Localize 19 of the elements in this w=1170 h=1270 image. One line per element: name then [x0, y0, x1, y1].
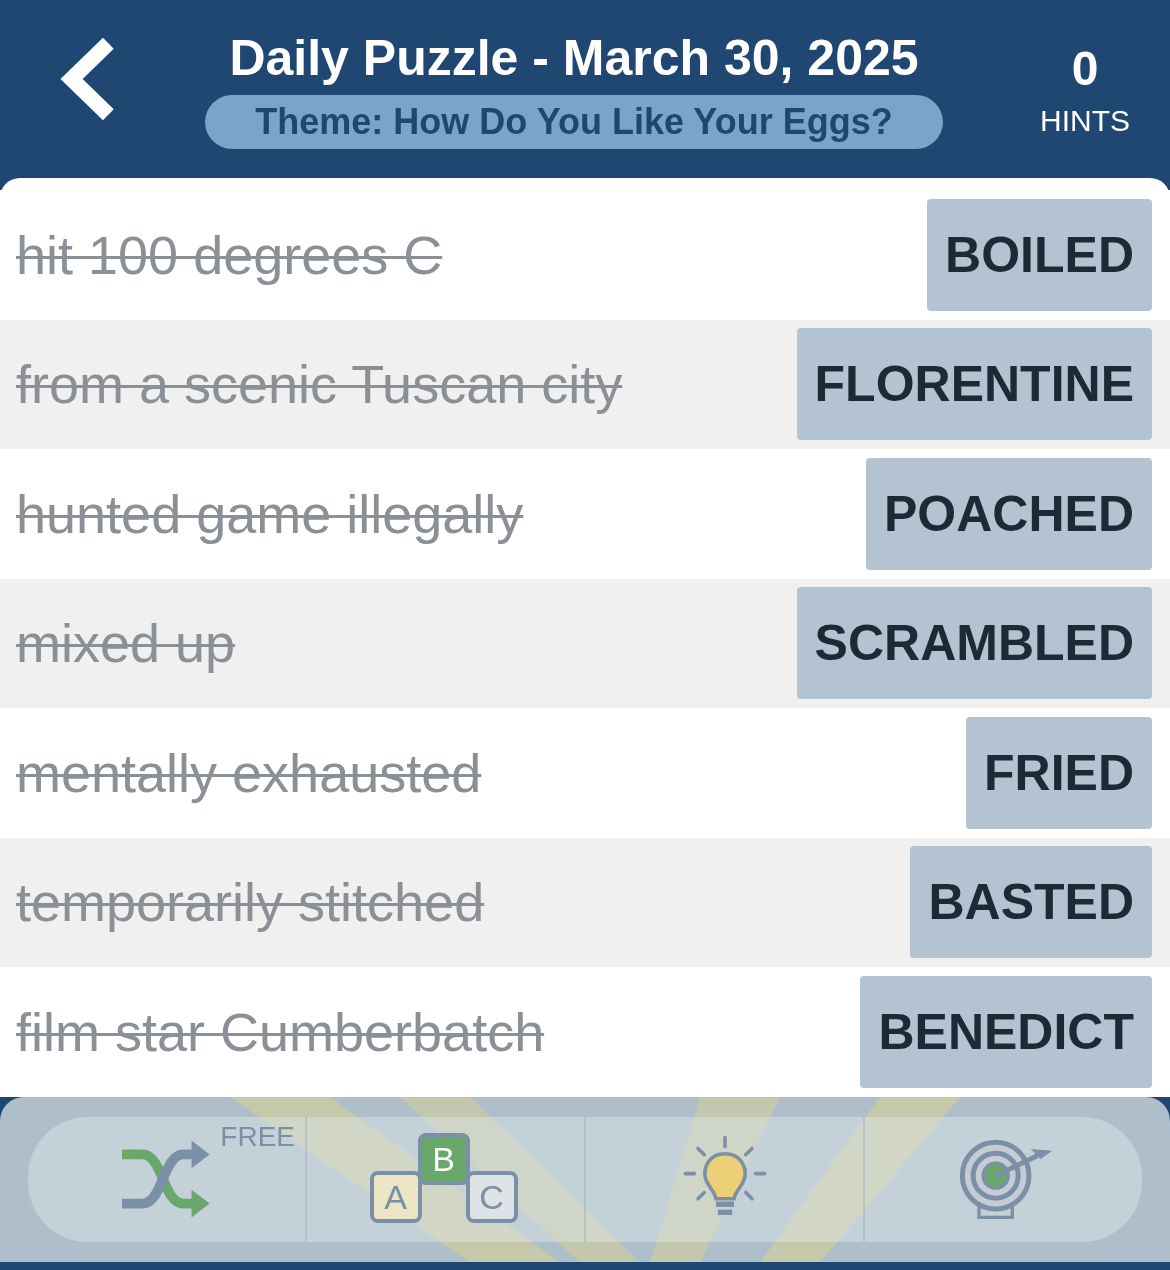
hints-label: HINTS	[1040, 103, 1130, 138]
answer-tile[interactable]: SCRAMBLED	[796, 587, 1152, 700]
clue-text: hunted game illegally	[16, 482, 524, 545]
clue-text: mixed up	[16, 612, 236, 675]
clue-text: mentally exhausted	[16, 741, 482, 804]
answer-tile[interactable]: POACHED	[865, 457, 1152, 570]
clue-text: temporarily stitched	[16, 871, 485, 934]
theme-label: Theme: How Do You Like Your Eggs?	[205, 95, 943, 149]
free-label: FREE	[220, 1120, 295, 1153]
clue-text: film star Cumberbatch	[16, 1000, 545, 1063]
clue-text: from a scenic Tuscan city	[16, 353, 623, 416]
puzzle-title: Daily Puzzle - March 30, 2025	[229, 29, 919, 87]
answer-tile[interactable]: FLORENTINE	[796, 328, 1152, 441]
answer-tile[interactable]: BASTED	[910, 846, 1152, 959]
hints-count: 0	[1071, 40, 1099, 96]
answer-tile[interactable]: BENEDICT	[860, 975, 1152, 1088]
answer-tile[interactable]: BOILED	[927, 198, 1152, 311]
answer-tile[interactable]: FRIED	[966, 716, 1152, 829]
clue-text: hit 100 degrees C	[16, 223, 443, 286]
